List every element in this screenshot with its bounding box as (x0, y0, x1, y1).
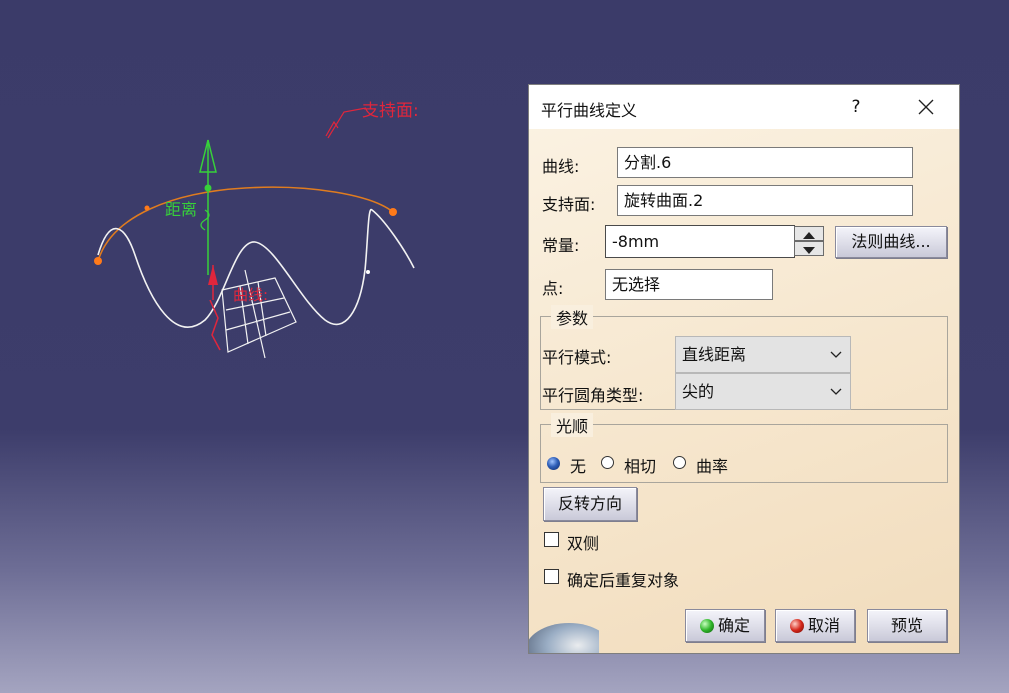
parallel-mode-value: 直线距离 (682, 345, 747, 364)
globe-decoration-icon (529, 605, 599, 653)
help-button[interactable]: ? (839, 91, 873, 123)
corner-type-value: 尖的 (682, 382, 715, 401)
red-ball-icon (789, 619, 804, 633)
radio-curvature-label: 曲率 (696, 457, 729, 476)
corner-type-select[interactable]: 尖的 (675, 373, 851, 410)
direction-arrow-icon (208, 265, 218, 285)
chevron-down-icon (803, 247, 815, 254)
constant-spinner[interactable] (794, 226, 824, 257)
arc-midpoint (144, 205, 150, 211)
both-sides-label: 双侧 (567, 534, 600, 553)
distance-label: 距离 (165, 200, 198, 219)
radio-tangent-label: 相切 (624, 457, 657, 476)
law-curve-button[interactable]: 法则曲线... (835, 226, 947, 258)
point-field[interactable]: 无选择 (605, 269, 773, 300)
constant-input[interactable]: -8mm (605, 225, 795, 258)
support-field[interactable]: 旋转曲面.2 (617, 185, 913, 216)
parameters-group-title: 参数 (551, 305, 594, 329)
support-surface-label: 支持面: (362, 101, 419, 121)
radio-tangent[interactable] (601, 456, 614, 469)
smoothing-group: 光顺 (540, 413, 948, 483)
repeat-object-label: 确定后重复对象 (567, 571, 680, 590)
ok-button[interactable]: 确定 (685, 609, 765, 642)
parallel-mode-select[interactable]: 直线距离 (675, 336, 851, 373)
parallel-mode-label: 平行模式: (542, 348, 612, 367)
arc-endpoint-left (94, 257, 102, 265)
green-ball-icon (699, 619, 714, 633)
close-icon (918, 99, 934, 115)
point-field-label: 点: (542, 279, 564, 298)
reverse-direction-button[interactable]: 反转方向 (543, 487, 637, 521)
dialog-titlebar[interactable]: 平行曲线定义 ? (529, 85, 959, 129)
curve-label: 曲线: (233, 286, 269, 304)
cancel-button[interactable]: 取消 (775, 609, 855, 642)
close-button[interactable] (903, 91, 949, 123)
curve-field-label: 曲线: (542, 157, 580, 176)
parallel-curve-dialog: 平行曲线定义 ? 曲线: 分割.6 支持面: 旋转曲面.2 常量: -8mm 法… (528, 84, 960, 654)
both-sides-checkbox[interactable] (544, 532, 559, 547)
dialog-title: 平行曲线定义 (541, 101, 638, 120)
reference-curve (97, 208, 415, 328)
support-field-label: 支持面: (542, 195, 596, 214)
repeat-object-checkbox[interactable] (544, 569, 559, 584)
parallel-curve-preview (97, 186, 394, 262)
radio-none[interactable] (547, 457, 560, 470)
cancel-button-label: 取消 (807, 616, 840, 635)
radio-none-label: 无 (570, 457, 587, 476)
arc-endpoint-right (389, 208, 397, 216)
smoothing-group-title: 光顺 (551, 413, 594, 437)
radio-curvature[interactable] (673, 456, 686, 469)
curve-field[interactable]: 分割.6 (617, 147, 913, 178)
constant-field-label: 常量: (542, 236, 580, 255)
corner-type-label: 平行圆角类型: (542, 386, 644, 405)
chevron-down-icon (830, 351, 842, 358)
chevron-down-icon (830, 388, 842, 395)
spinner-up-button[interactable] (794, 226, 824, 241)
spinner-down-button[interactable] (794, 241, 824, 256)
ok-button-label: 确定 (717, 616, 750, 635)
preview-button[interactable]: 预览 (867, 609, 947, 642)
